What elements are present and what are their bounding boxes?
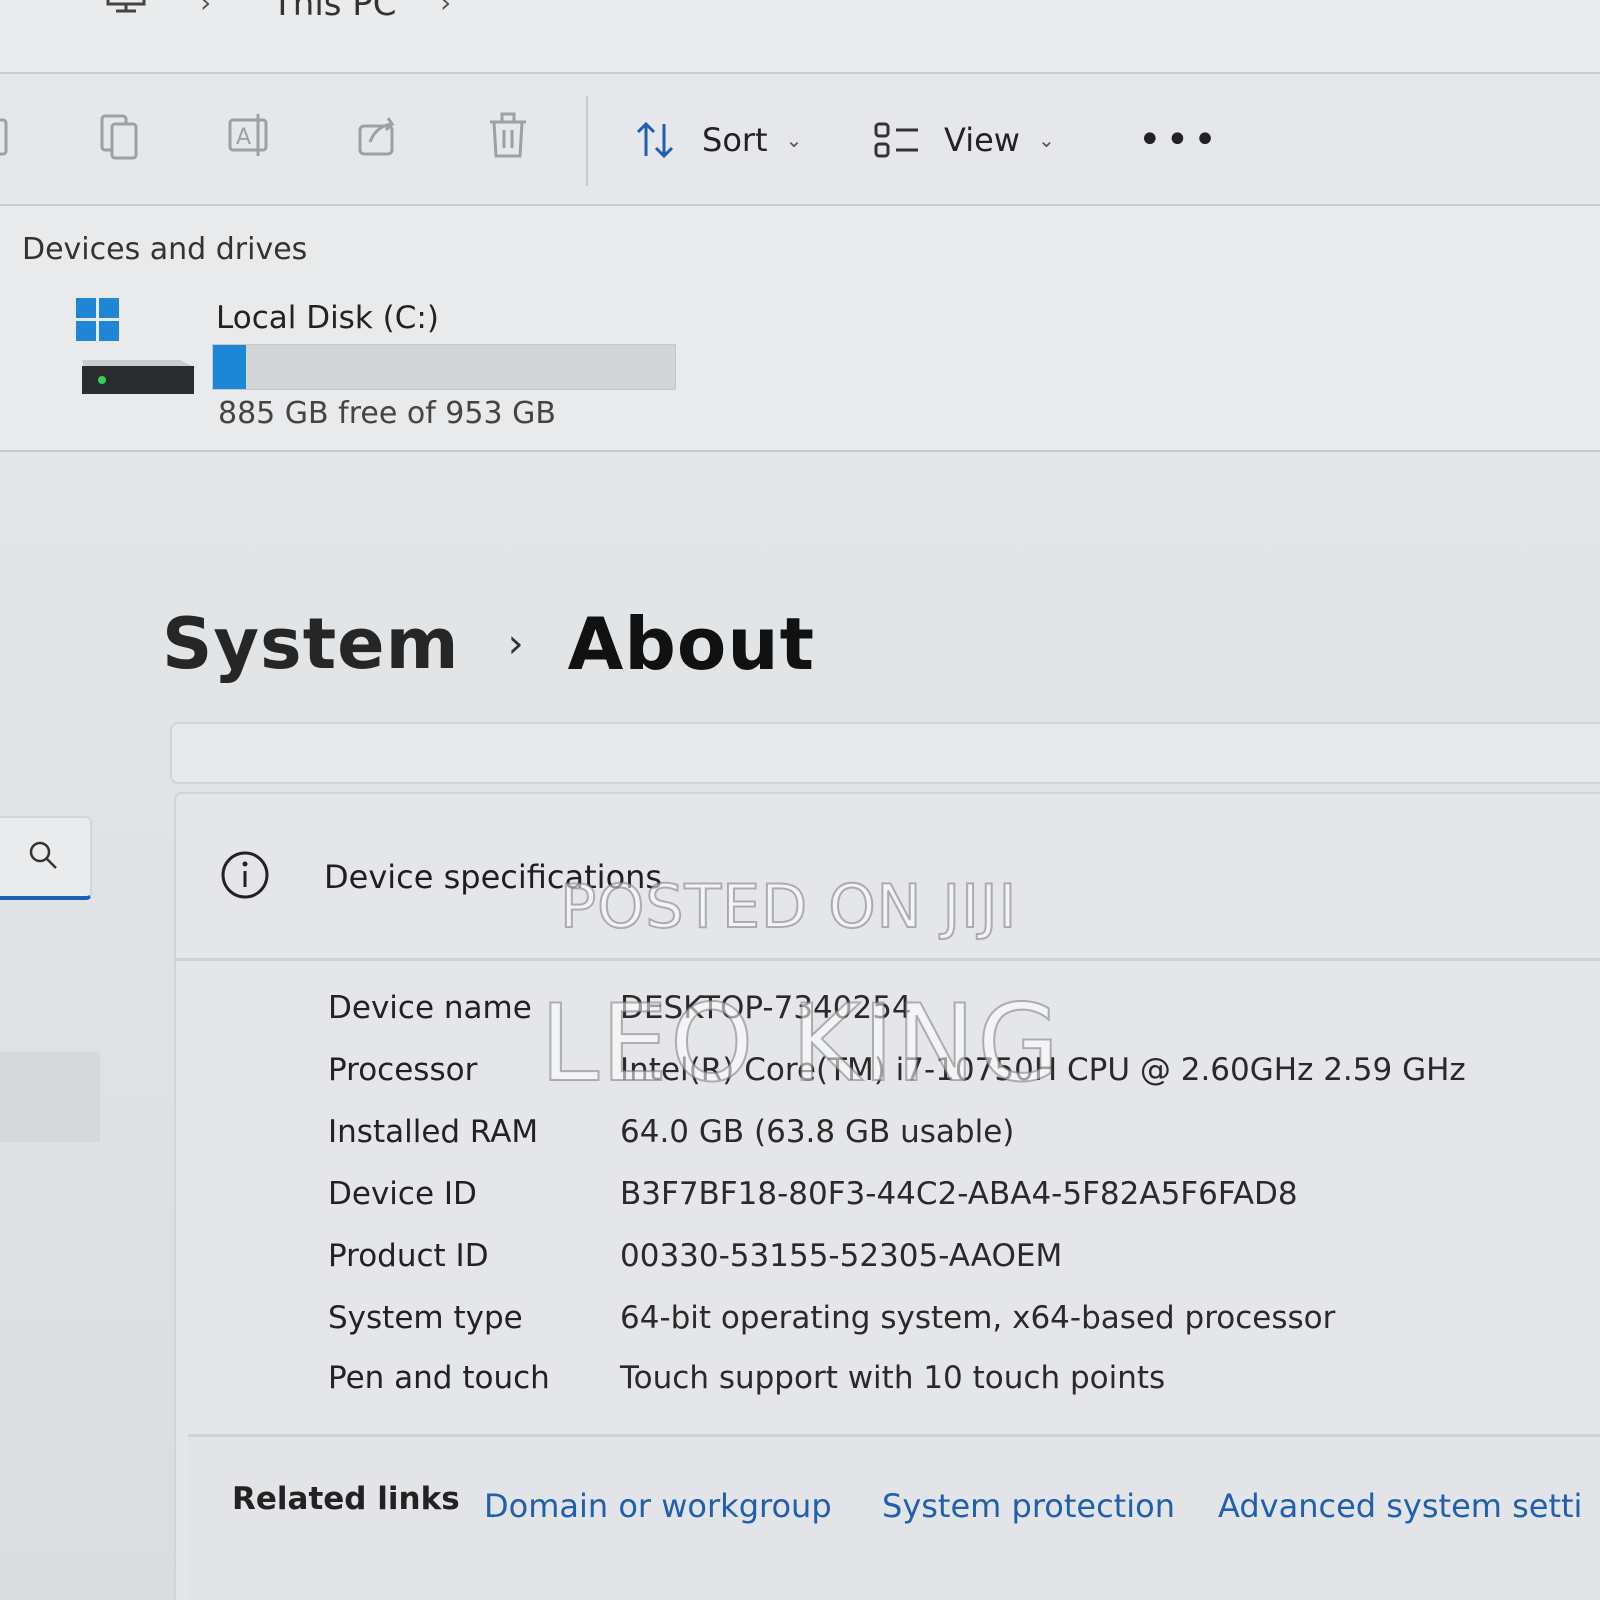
sidebar-item[interactable]	[0, 1052, 100, 1142]
spec-value: 64-bit operating system, x64-based proce…	[620, 1300, 1336, 1336]
drive-free-space: 885 GB free of 953 GB	[218, 396, 556, 431]
chevron-down-icon: ⌄	[785, 128, 803, 152]
device-specifications-card: Device specifications Device name DESKTO…	[174, 792, 1600, 1600]
chevron-right-icon[interactable]: ›	[440, 0, 451, 19]
spec-row-pen-and-touch: Pen and touch Touch support with 10 touc…	[328, 1360, 1600, 1410]
spec-row-processor: Processor Intel(R) Core(TM) i7-10750H CP…	[328, 1052, 1600, 1102]
spec-label: Pen and touch	[328, 1360, 550, 1396]
settings-search-box[interactable]	[0, 816, 92, 900]
page-title: System › About	[162, 602, 815, 686]
spec-label: Product ID	[328, 1238, 489, 1274]
settings-about-page: System › About Device specifications Dev…	[0, 452, 1600, 1600]
more-options-button[interactable]: •••	[1138, 120, 1221, 160]
drive-usage-bar	[212, 344, 676, 390]
spec-value: Touch support with 10 touch points	[620, 1360, 1166, 1396]
rename-icon[interactable]: A	[226, 110, 274, 162]
screen: › This PC › A Sort ⌄ View ⌄ ••• Devices …	[0, 0, 1600, 1600]
related-links: Related links Domain or workgroup System…	[188, 1434, 1600, 1600]
spec-row-system-type: System type 64-bit operating system, x64…	[328, 1300, 1600, 1350]
spec-label: Device ID	[328, 1176, 477, 1212]
section-header[interactable]: Devices and drives	[22, 232, 307, 267]
spec-label: Device name	[328, 990, 532, 1026]
related-links-title: Related links	[232, 1481, 460, 1517]
spec-label: System type	[328, 1300, 523, 1336]
spec-row-device-name: Device name DESKTOP-7340254	[328, 990, 1600, 1040]
breadcrumb-this-pc[interactable]: This PC	[272, 0, 397, 24]
spec-row-product-id: Product ID 00330-53155-52305-AAOEM	[328, 1238, 1600, 1288]
delete-icon[interactable]	[484, 110, 532, 162]
hard-drive-icon	[76, 298, 196, 394]
drive-name[interactable]: Local Disk (C:)	[216, 300, 439, 336]
command-bar: A Sort ⌄ View ⌄ •••	[0, 74, 1600, 206]
system-protection-link[interactable]: System protection	[882, 1487, 1175, 1525]
sort-icon	[636, 121, 674, 159]
share-icon[interactable]	[356, 110, 404, 162]
spec-row-installed-ram: Installed RAM 64.0 GB (63.8 GB usable)	[328, 1114, 1600, 1164]
devices-and-drives-section: Devices and drives Local Disk (C:) 885 G…	[0, 206, 1600, 453]
spec-label: Installed RAM	[328, 1114, 539, 1150]
spec-value: Intel(R) Core(TM) i7-10750H CPU @ 2.60GH…	[620, 1052, 1466, 1088]
breadcrumb-about: About	[567, 602, 815, 686]
breadcrumb-system[interactable]: System	[162, 603, 460, 685]
spec-value: B3F7BF18-80F3-44C2-ABA4-5F82A5F6FAD8	[620, 1176, 1298, 1212]
copy-icon[interactable]	[96, 110, 144, 162]
section-title: Device specifications	[324, 858, 663, 896]
computer-icon	[106, 0, 146, 13]
spec-label: Processor	[328, 1052, 478, 1088]
spec-value: DESKTOP-7340254	[620, 990, 912, 1026]
search-icon	[29, 841, 57, 869]
spec-value: 64.0 GB (63.8 GB usable)	[620, 1114, 1015, 1150]
chevron-right-icon: ›	[507, 621, 524, 667]
view-icon	[874, 122, 918, 158]
cut-icon[interactable]	[0, 110, 18, 162]
info-icon	[221, 851, 269, 899]
advanced-system-settings-link[interactable]: Advanced system setti	[1218, 1487, 1582, 1525]
address-bar[interactable]: › This PC ›	[0, 0, 1600, 74]
sort-button[interactable]: Sort ⌄	[634, 114, 802, 166]
device-summary-card	[170, 722, 1600, 784]
chevron-right-icon: ›	[200, 0, 212, 19]
view-button[interactable]: View ⌄	[874, 114, 1055, 166]
drive-usage-fill	[213, 345, 246, 389]
domain-or-workgroup-link[interactable]: Domain or workgroup	[484, 1487, 832, 1525]
view-label: View	[944, 121, 1020, 159]
spec-row-device-id: Device ID B3F7BF18-80F3-44C2-ABA4-5F82A5…	[328, 1176, 1600, 1226]
device-specifications-header[interactable]: Device specifications	[176, 794, 1600, 961]
toolbar-divider	[586, 96, 588, 186]
sort-label: Sort	[702, 121, 768, 159]
svg-text:A: A	[236, 125, 251, 150]
spec-value: 00330-53155-52305-AAOEM	[620, 1238, 1063, 1274]
chevron-down-icon: ⌄	[1037, 128, 1055, 152]
